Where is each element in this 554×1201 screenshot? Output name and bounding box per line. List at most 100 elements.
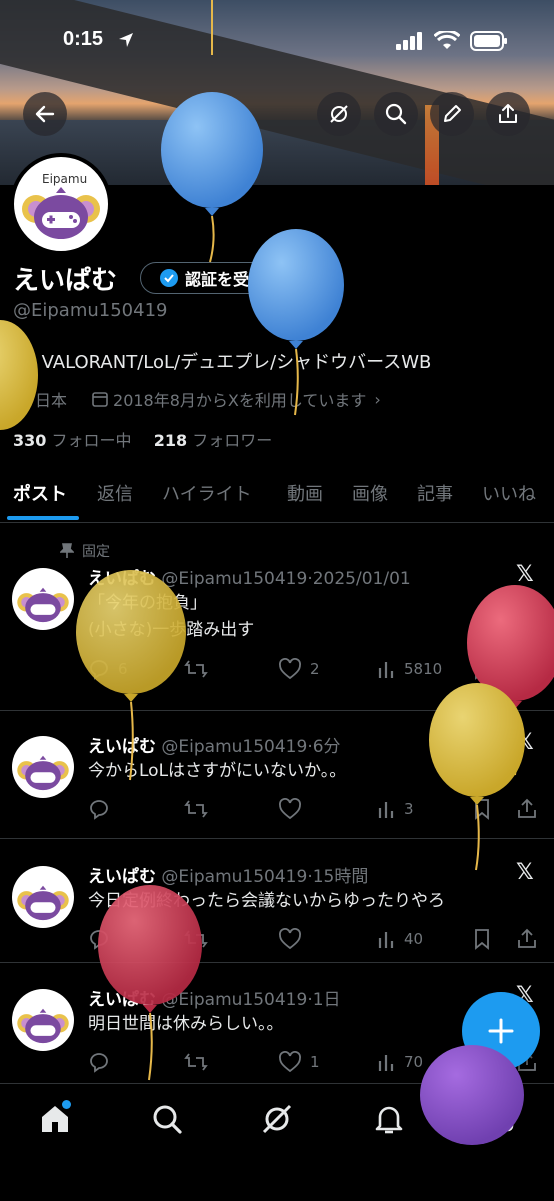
heart-icon xyxy=(279,928,301,950)
views-button[interactable] xyxy=(376,798,398,824)
analytics-icon xyxy=(378,932,394,948)
post-text: 今日定例終わったら会議ないからゆったりやろ xyxy=(88,888,445,915)
profile-location: 日本 xyxy=(35,391,68,410)
profile-joined[interactable]: 2018年8月からXを利用しています xyxy=(113,387,366,411)
tab-replies[interactable]: 返信 xyxy=(97,466,133,506)
bookmark-button[interactable] xyxy=(472,928,492,954)
following-link[interactable]: 330 フォロー中 xyxy=(13,431,132,450)
chevron-right-icon: › xyxy=(374,389,381,409)
tab-replies-label: 返信 xyxy=(97,484,133,505)
post-avatar[interactable] xyxy=(12,866,74,928)
post-actions: 3 xyxy=(88,798,538,822)
post-author-handle[interactable]: @Eipamu150419 xyxy=(161,737,307,757)
repost-icon xyxy=(184,1053,208,1071)
x-logo-icon: 𝕏 xyxy=(516,562,534,587)
reply-button[interactable] xyxy=(88,928,110,954)
profile-avatar[interactable]: Eipamu xyxy=(10,153,112,255)
status-bar: 0:15 xyxy=(0,0,554,80)
repost-icon xyxy=(184,800,208,818)
views-button[interactable] xyxy=(376,658,398,684)
post-timestamp[interactable]: 15時間 xyxy=(313,867,369,887)
followers-label: フォロワー xyxy=(192,431,273,450)
balloon-yellow-left xyxy=(0,320,38,430)
share-button[interactable] xyxy=(486,92,530,136)
tab-articles[interactable]: 記事 xyxy=(417,466,453,506)
post-author-name[interactable]: えいぱむ xyxy=(88,569,156,589)
x-logo-icon: 𝕏 xyxy=(516,730,534,755)
post-author-name[interactable]: えいぱむ xyxy=(88,737,156,757)
post-author-name[interactable]: えいぱむ xyxy=(88,867,156,887)
repost-button[interactable] xyxy=(184,798,208,824)
tab-highlights-label: ハイライト xyxy=(162,484,252,505)
repost-button[interactable] xyxy=(184,658,208,684)
post-author-handle[interactable]: @Eipamu150419 xyxy=(161,569,307,589)
compose-post-button[interactable] xyxy=(462,992,540,1070)
mail-icon xyxy=(484,1107,514,1132)
like-button[interactable] xyxy=(278,798,302,824)
share-icon xyxy=(518,928,536,948)
like-button[interactable] xyxy=(278,658,302,684)
post-avatar[interactable] xyxy=(12,568,74,630)
nav-search[interactable] xyxy=(150,1102,184,1140)
share-icon xyxy=(518,658,536,678)
nav-home[interactable] xyxy=(38,1100,72,1140)
profile-tabs: ポスト 返信 ハイライト 動画 画像 記事 いいね xyxy=(0,466,554,523)
tab-posts[interactable]: ポスト xyxy=(7,466,79,520)
followers-link[interactable]: 218 フォロワー xyxy=(154,431,273,450)
view-count: 40 xyxy=(404,930,424,948)
views-button[interactable] xyxy=(376,928,398,954)
svg-text:Eipamu: Eipamu xyxy=(42,172,87,186)
reply-button[interactable] xyxy=(88,798,110,824)
post-timestamp[interactable]: 6分 xyxy=(313,737,341,757)
post-author-handle[interactable]: @Eipamu150419 xyxy=(161,867,307,887)
post-author-handle[interactable]: @Eipamu150419 xyxy=(161,990,307,1010)
tab-likes-label: いいね xyxy=(482,484,536,505)
post-item[interactable]: えいぱむ @Eipamu150419·15時間 𝕏 今日定例終わったら会議ないか… xyxy=(0,840,554,963)
grok-button[interactable] xyxy=(317,92,361,136)
nav-grok[interactable] xyxy=(260,1102,294,1140)
edit-button[interactable] xyxy=(430,92,474,136)
back-button[interactable] xyxy=(23,92,67,136)
post-timestamp[interactable]: 2025/01/01 xyxy=(313,569,411,589)
get-verified-button[interactable]: 認証を受ける xyxy=(140,262,304,294)
analytics-icon xyxy=(378,662,394,678)
reply-icon xyxy=(90,1053,108,1073)
post-item[interactable]: えいぱむ @Eipamu150419·2025/01/01 𝕏 「今年の抱負」 … xyxy=(0,528,554,711)
post-timestamp[interactable]: 1日 xyxy=(313,990,341,1010)
grok-icon xyxy=(330,105,348,123)
repost-button[interactable] xyxy=(184,1051,208,1077)
like-button[interactable] xyxy=(278,928,302,954)
repost-button[interactable] xyxy=(184,928,208,954)
post-item[interactable]: えいぱむ @Eipamu150419·6分 𝕏 今からLoLはさすがにいないか。… xyxy=(0,710,554,839)
views-button[interactable] xyxy=(376,1051,398,1077)
tab-images[interactable]: 画像 xyxy=(352,466,388,506)
bookmark-icon xyxy=(475,929,489,950)
tab-images-label: 画像 xyxy=(352,484,388,505)
tab-highlights[interactable]: ハイライト xyxy=(162,466,252,506)
post-header: えいぱむ @Eipamu150419·1日 xyxy=(88,985,341,1010)
view-count: 5810 xyxy=(404,660,443,678)
reply-button[interactable] xyxy=(88,658,110,684)
post-header: えいぱむ @Eipamu150419·15時間 xyxy=(88,862,368,887)
tab-likes[interactable]: いいね xyxy=(482,466,536,506)
like-button[interactable] xyxy=(278,1051,302,1077)
post-text-line: 今からLoLはさすがにいないか。。 xyxy=(88,761,347,781)
bookmark-button[interactable] xyxy=(472,658,492,684)
post-avatar[interactable] xyxy=(12,736,74,798)
share-post-button[interactable] xyxy=(516,798,538,824)
nav-notifications[interactable] xyxy=(372,1102,406,1140)
post-avatar[interactable] xyxy=(12,989,74,1051)
tab-articles-label: 記事 xyxy=(417,484,453,505)
post-header: えいぱむ @Eipamu150419·6分 xyxy=(88,732,341,757)
reply-button[interactable] xyxy=(88,1051,110,1077)
nav-messages[interactable] xyxy=(482,1102,516,1140)
tab-videos[interactable]: 動画 xyxy=(287,466,323,506)
share-post-button[interactable] xyxy=(516,658,538,684)
like-count: 1 xyxy=(310,1053,320,1071)
follow-stats: 330 フォロー中 218 フォロワー xyxy=(13,427,272,451)
bookmark-button[interactable] xyxy=(472,798,492,824)
share-post-button[interactable] xyxy=(516,928,538,954)
post-author-name[interactable]: えいぱむ xyxy=(88,990,156,1010)
search-button[interactable] xyxy=(374,92,418,136)
tab-posts-label: ポスト xyxy=(13,484,67,505)
